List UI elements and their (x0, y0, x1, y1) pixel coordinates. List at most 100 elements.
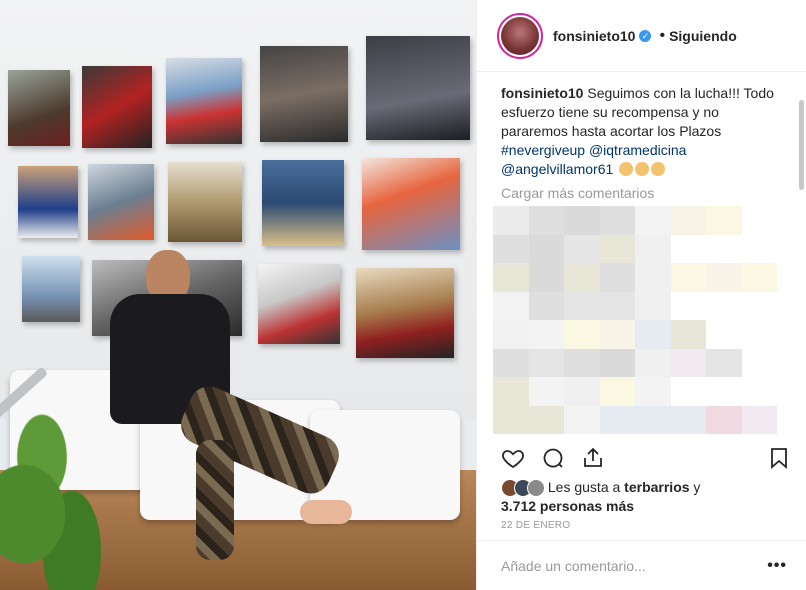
pixelated-block (635, 206, 671, 235)
pixelated-block (493, 263, 529, 292)
likes-joiner: y (693, 479, 701, 495)
likes-summary: Les gusta a terbarrios y 3.712 personas … (501, 478, 700, 515)
pixelated-block (741, 348, 777, 377)
pixelated-comments-area (493, 206, 777, 434)
pixelated-block (564, 405, 600, 434)
pixelated-block (564, 206, 600, 235)
bookmark-icon[interactable] (767, 446, 791, 470)
likes-count-link[interactable]: 3.712 personas más (501, 498, 634, 514)
liker-avatars[interactable] (501, 479, 545, 498)
pixelated-block (493, 348, 529, 377)
pixelated-block (741, 291, 777, 320)
avatar[interactable] (497, 12, 543, 59)
pixelated-block (528, 234, 564, 263)
pixelated-block (670, 405, 706, 434)
pixelated-block (741, 263, 777, 292)
pixelated-block (599, 405, 635, 434)
artwork-motocross (166, 58, 242, 144)
pixelated-block (670, 377, 706, 406)
pixelated-block (635, 405, 671, 434)
pixelated-block (493, 206, 529, 235)
comment-icon[interactable] (541, 446, 565, 470)
pixelated-block (706, 348, 742, 377)
pixelated-block (635, 234, 671, 263)
pixelated-block (528, 405, 564, 434)
pixelated-block (706, 206, 742, 235)
caption-username[interactable]: fonsinieto10 (501, 85, 583, 101)
pixelated-block (528, 291, 564, 320)
man-bare-foot (300, 500, 352, 524)
pixelated-block (670, 263, 706, 292)
artwork-bmx-jump (366, 36, 470, 140)
pixelated-block (599, 291, 635, 320)
following-button[interactable]: Siguiendo (669, 28, 737, 44)
comments-scrollbar[interactable] (799, 100, 804, 190)
post-caption: fonsinieto10 Seguimos con la lucha!!! To… (477, 72, 806, 179)
pixelated-block (599, 263, 635, 292)
pixelated-block (635, 263, 671, 292)
mention-link-iqtramedicina[interactable]: @iqtramedicina (589, 142, 686, 158)
pixelated-block (706, 405, 742, 434)
instagram-post: fonsinieto10 ✓ • Siguiendo fonsinieto10 … (0, 0, 806, 590)
pixelated-block (564, 320, 600, 349)
flexed-biceps-emoji-icon (651, 162, 666, 176)
pixelated-block (741, 234, 777, 263)
pixelated-block (706, 291, 742, 320)
comment-composer: ••• (477, 540, 806, 590)
pixelated-block (528, 377, 564, 406)
pixelated-block (706, 234, 742, 263)
pixelated-block (599, 320, 635, 349)
pixelated-block (706, 263, 742, 292)
flexed-biceps-emoji-icon (619, 162, 634, 176)
liker-avatar (527, 479, 545, 498)
pixelated-block (528, 263, 564, 292)
post-sidebar: fonsinieto10 ✓ • Siguiendo fonsinieto10 … (476, 0, 806, 590)
more-options-icon[interactable]: ••• (767, 557, 787, 575)
pixelated-block (670, 320, 706, 349)
pixelated-block (564, 291, 600, 320)
pixelated-block (706, 377, 742, 406)
artwork-motorbike-red (82, 66, 152, 148)
pixelated-block (635, 291, 671, 320)
heart-icon[interactable] (501, 446, 525, 470)
pixelated-block (599, 234, 635, 263)
pixelated-block (493, 291, 529, 320)
pixelated-block (564, 377, 600, 406)
comment-input[interactable] (501, 557, 768, 574)
pixelated-block (493, 377, 529, 406)
share-icon[interactable] (581, 446, 605, 470)
avatar-image (501, 16, 539, 55)
pixelated-block (564, 234, 600, 263)
pixelated-block (528, 206, 564, 235)
load-more-comments-link[interactable]: Cargar más comentarios (477, 179, 806, 201)
separator-dot: • (659, 26, 666, 44)
hashtag-link[interactable]: #nevergiveup (501, 142, 585, 158)
artwork-bullfighter-sketch (260, 46, 348, 142)
post-photo[interactable] (0, 0, 476, 590)
mention-link-angelvillamor[interactable]: @angelvillamor61 (501, 161, 613, 177)
pixelated-block (564, 263, 600, 292)
action-bar (501, 440, 791, 476)
pixelated-block (599, 348, 635, 377)
pixelated-block (706, 320, 742, 349)
post-date[interactable]: 22 DE ENERO (501, 520, 570, 531)
pixelated-block (528, 320, 564, 349)
flexed-biceps-emoji-icon (635, 162, 650, 176)
pixelated-block (635, 377, 671, 406)
seated-man (0, 250, 360, 590)
pixelated-block (670, 291, 706, 320)
pixelated-block (493, 320, 529, 349)
artwork-mountain-bike (22, 256, 80, 322)
liker-username-link[interactable]: terbarrios (624, 479, 689, 495)
pixelated-block (493, 405, 529, 434)
pixelated-block (741, 206, 777, 235)
pixelated-block (741, 377, 777, 406)
man-lower-leg (196, 440, 234, 560)
pixelated-block (635, 348, 671, 377)
pixelated-block (564, 348, 600, 377)
pixelated-block (599, 206, 635, 235)
header-username[interactable]: fonsinieto10 (553, 28, 635, 44)
pixelated-block (528, 348, 564, 377)
artwork-bull-horse (168, 162, 242, 242)
palm-plant (0, 400, 120, 590)
